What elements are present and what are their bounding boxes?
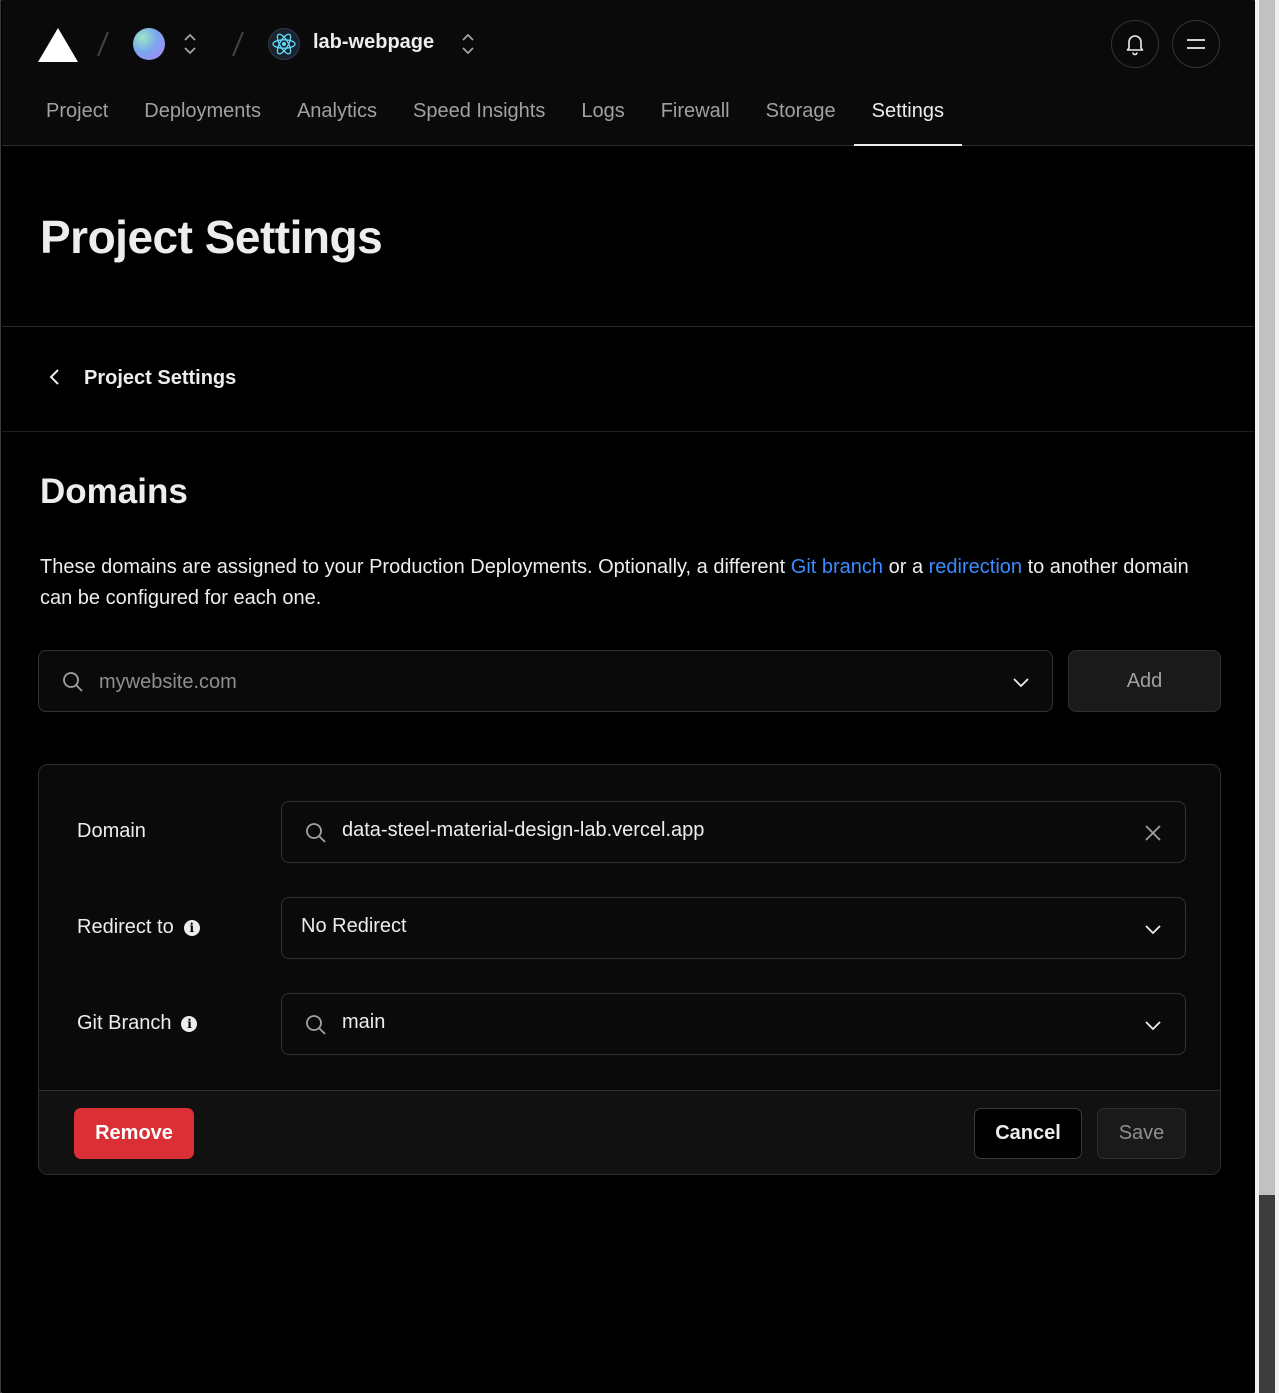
project-switcher-chevron-up-down-icon[interactable]: [460, 31, 476, 57]
domain-label: Domain: [77, 820, 146, 843]
cancel-button[interactable]: Cancel: [974, 1108, 1082, 1159]
add-domain-input[interactable]: [99, 665, 979, 699]
info-icon[interactable]: i: [181, 1015, 198, 1032]
team-avatar[interactable]: [133, 28, 165, 60]
tab-firewall[interactable]: Firewall: [643, 88, 748, 146]
add-domain-combobox[interactable]: [38, 650, 1053, 712]
chevron-down-icon[interactable]: [1141, 1013, 1165, 1037]
desc-text: or a: [883, 556, 929, 578]
git-branch-label: Git Branch i: [77, 1012, 198, 1035]
add-domain-button[interactable]: Add: [1068, 650, 1221, 712]
topbar: lab-webpage: [2, 0, 1254, 88]
project-nav: Project Deployments Analytics Speed Insi…: [28, 88, 963, 146]
domain-value[interactable]: data-steel-material-design-lab.vercel.ap…: [342, 819, 704, 842]
breadcrumb-separator: [97, 31, 109, 57]
header: lab-webpage Project Deployments Analytic…: [2, 0, 1254, 146]
git-branch-label-text: Git Branch: [77, 1012, 172, 1034]
back-link[interactable]: Project Settings: [2, 327, 1254, 432]
git-branch-value[interactable]: main: [342, 1011, 385, 1034]
menu-button[interactable]: [1172, 20, 1220, 68]
tab-settings[interactable]: Settings: [853, 88, 963, 146]
scrollbar-track[interactable]: [1259, 1195, 1275, 1393]
close-icon[interactable]: [1141, 821, 1165, 845]
redirection-link[interactable]: redirection: [929, 556, 1022, 578]
tab-project[interactable]: Project: [28, 88, 126, 146]
vercel-logo-icon[interactable]: [38, 28, 78, 62]
domains-description: These domains are assigned to your Produ…: [40, 552, 1225, 614]
tab-logs[interactable]: Logs: [563, 88, 642, 146]
domain-card-footer: Remove Cancel Save: [39, 1090, 1220, 1174]
react-icon[interactable]: [268, 28, 300, 60]
search-icon: [306, 1015, 326, 1035]
desc-text: These domains are assigned to your Produ…: [40, 556, 791, 578]
chevron-down-icon[interactable]: [1010, 671, 1032, 693]
info-icon[interactable]: i: [183, 919, 200, 936]
domain-card: Domain data-steel-material-design-lab.ve…: [38, 764, 1221, 1175]
page-title: Project Settings: [40, 211, 383, 263]
redirect-select[interactable]: No Redirect: [281, 897, 1186, 959]
back-link-label[interactable]: Project Settings: [84, 367, 236, 390]
chevron-down-icon[interactable]: [1141, 917, 1165, 941]
save-button[interactable]: Save: [1097, 1108, 1186, 1159]
notifications-button[interactable]: [1111, 20, 1159, 68]
redirect-label: Redirect to i: [77, 916, 200, 939]
team-switcher-chevron-up-down-icon[interactable]: [182, 31, 198, 57]
tab-deployments[interactable]: Deployments: [126, 88, 279, 146]
tab-speed-insights[interactable]: Speed Insights: [395, 88, 563, 146]
redirect-label-text: Redirect to: [77, 916, 174, 938]
project-name[interactable]: lab-webpage: [313, 31, 434, 54]
bell-icon: [1126, 35, 1144, 56]
chevron-left-icon[interactable]: [44, 365, 66, 389]
tab-storage[interactable]: Storage: [748, 88, 854, 146]
redirect-value[interactable]: No Redirect: [301, 915, 407, 938]
title-band: Project Settings: [2, 146, 1254, 327]
domain-label-text: Domain: [77, 820, 146, 842]
app: lab-webpage Project Deployments Analytic…: [2, 0, 1254, 1393]
search-icon: [306, 823, 326, 843]
scrollbar-thumb[interactable]: [1259, 0, 1275, 1195]
tab-analytics[interactable]: Analytics: [279, 88, 395, 146]
domain-field[interactable]: data-steel-material-design-lab.vercel.ap…: [281, 801, 1186, 863]
breadcrumb-separator: [232, 31, 244, 57]
menu-icon: [1187, 39, 1205, 49]
scrollbar[interactable]: [1255, 0, 1279, 1393]
git-branch-combobox[interactable]: main: [281, 993, 1186, 1055]
domains-title: Domains: [40, 472, 188, 511]
remove-button[interactable]: Remove: [74, 1108, 194, 1159]
git-branch-link[interactable]: Git branch: [791, 556, 883, 578]
search-icon: [63, 672, 83, 692]
